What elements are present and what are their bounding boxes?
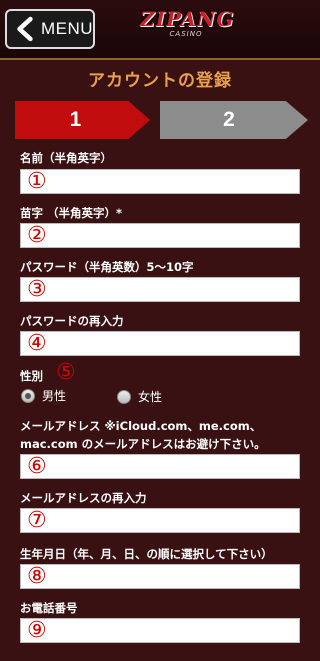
chevron-left-icon — [17, 16, 33, 42]
menu-button[interactable]: MENU — [5, 9, 95, 49]
step-2: 2 — [160, 101, 308, 139]
marker-7: ⑦ — [27, 508, 47, 533]
password-label: パスワード（半角英数）5〜10字 — [20, 260, 194, 274]
password-confirm-label: パスワードの再入力 — [20, 314, 124, 328]
marker-6: ⑥ — [27, 454, 47, 479]
password-field[interactable]: ③ — [20, 277, 300, 302]
marker-3: ③ — [27, 277, 47, 302]
marker-1: ① — [27, 169, 47, 194]
marker-5: ⑤ — [56, 360, 76, 385]
logo: ZIPANG CASINO — [140, 6, 235, 52]
phone-label: お電話番号 — [20, 601, 78, 615]
last-name-label: 苗字 （半角英字）* — [20, 206, 123, 220]
gender-female-label: 女性 — [138, 390, 163, 404]
step-1: 1 — [15, 101, 150, 139]
radio-selected-icon — [21, 388, 35, 403]
radio-unselected-icon — [117, 389, 131, 404]
gender-male-radio[interactable]: 男性 — [21, 387, 66, 404]
last-name-field[interactable]: ② — [20, 223, 300, 248]
marker-4: ④ — [27, 331, 47, 356]
birthdate-field[interactable]: ⑧ — [20, 564, 300, 589]
marker-8: ⑧ — [27, 564, 47, 589]
gender-male-label: 男性 — [42, 389, 67, 403]
email-label-line1: メールアドレス ※iCloud.com、me.com、 — [20, 419, 262, 433]
menu-label: MENU — [40, 19, 93, 38]
page-title: アカウントの登録 — [88, 71, 232, 91]
birthdate-label: 生年月日（年、月、日、の順に選択して下さい） — [20, 547, 273, 561]
gender-female-radio[interactable]: 女性 — [117, 388, 162, 405]
first-name-label: 名前（半角英字） — [20, 151, 112, 165]
email-label-line2: mac.com のメールアドレスはお避け下さい。 — [20, 437, 266, 451]
password-confirm-field[interactable]: ④ — [20, 331, 300, 356]
email-confirm-field[interactable]: ⑦ — [20, 508, 300, 533]
marker-9: ⑨ — [27, 618, 47, 643]
email-confirm-label: メールアドレスの再入力 — [20, 491, 147, 505]
gender-label: 性別 — [20, 369, 43, 383]
phone-field[interactable]: ⑨ — [20, 618, 300, 643]
step-indicator: 1 2 — [15, 101, 308, 139]
first-name-field[interactable]: ① — [20, 169, 300, 194]
header-bar: MENU ZIPANG CASINO — [0, 0, 320, 60]
email-field[interactable]: ⑥ — [20, 454, 300, 479]
logo-text: ZIPANG — [140, 7, 235, 31]
marker-2: ② — [27, 223, 47, 248]
